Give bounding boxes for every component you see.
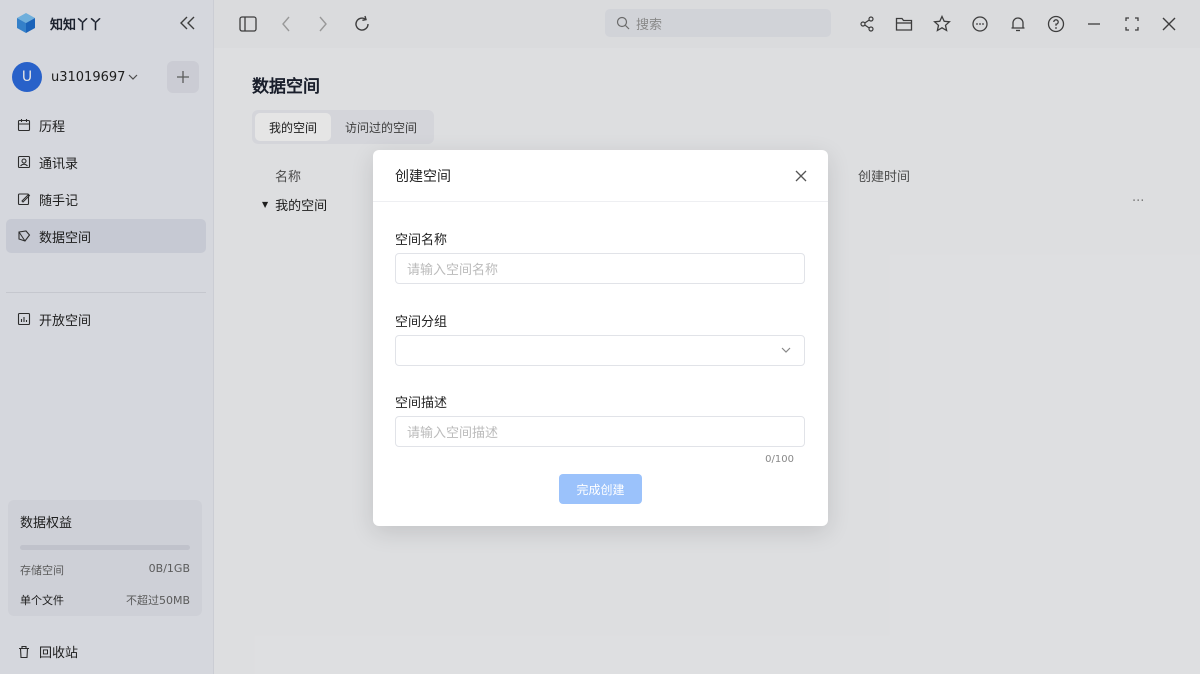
space-group-select[interactable] (395, 335, 805, 366)
space-description-label: 空间描述 (395, 396, 448, 411)
space-name-input[interactable]: 请输入空间名称 (395, 253, 805, 284)
space-group-label: 空间分组 (395, 315, 448, 330)
space-description-placeholder: 请输入空间描述 (407, 426, 499, 441)
create-space-button[interactable]: 完成创建 (559, 474, 642, 504)
space-description-input[interactable]: 请输入空间描述 (395, 416, 805, 447)
create-space-dialog: 创建空间 空间名称 请输入空间名称 空间分组 空间描述 请输入空间描述 0/10… (373, 150, 828, 526)
close-icon[interactable] (792, 167, 810, 185)
chevron-down-icon (780, 344, 792, 356)
description-char-counter: 0/100 (765, 454, 794, 465)
space-name-placeholder: 请输入空间名称 (407, 263, 499, 278)
dialog-title: 创建空间 (395, 168, 451, 185)
dialog-header: 创建空间 (373, 150, 828, 202)
space-name-label: 空间名称 (395, 233, 448, 248)
